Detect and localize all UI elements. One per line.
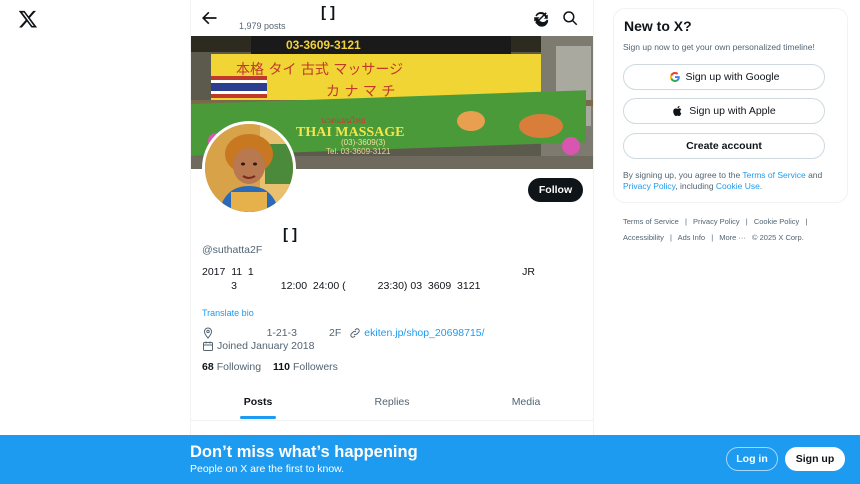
cookie-use-link[interactable]: Cookie Use bbox=[716, 181, 760, 191]
google-button-label: Sign up with Google bbox=[685, 71, 780, 83]
bottom-bar-title: Don’t miss what’s happening bbox=[190, 443, 418, 461]
google-icon bbox=[669, 71, 680, 83]
footer-separator: | bbox=[669, 233, 672, 242]
footer-terms-link[interactable]: Terms of Service bbox=[623, 217, 679, 226]
terms-end: . bbox=[759, 181, 763, 191]
footer-separator: | bbox=[711, 233, 714, 242]
x-logo-icon[interactable] bbox=[18, 9, 38, 29]
log-in-button[interactable]: Log in bbox=[726, 447, 778, 471]
profile-joined-date: Joined January 2018 bbox=[217, 340, 315, 352]
signup-card-title: New to X? bbox=[624, 18, 692, 34]
new-to-x-card: New to X? Sign up now to get your own pe… bbox=[613, 8, 848, 203]
sign-up-with-apple-button[interactable]: Sign up with Apple bbox=[623, 98, 825, 124]
terms-prefix: By signing up, you agree to the bbox=[623, 170, 743, 180]
apple-icon bbox=[673, 105, 682, 117]
followers-label: Followers bbox=[293, 361, 338, 373]
banner-phone-top: 03-3609-3121 bbox=[286, 38, 361, 52]
calendar-icon bbox=[203, 341, 213, 351]
header-title: [ ] bbox=[321, 4, 336, 21]
terms-of-service-link[interactable]: Terms of Service bbox=[742, 170, 805, 180]
signup-terms-text: By signing up, you agree to the Terms of… bbox=[623, 170, 838, 192]
bio-line-1: 2017 11 1 JR bbox=[202, 266, 535, 278]
profile-meta-location-website: 1-21-3 2F ekiten.jp/shop_20698715/ bbox=[202, 327, 485, 339]
privacy-policy-link[interactable]: Privacy Policy bbox=[623, 181, 675, 191]
footer-links: Terms of Service | Privacy Policy | Cook… bbox=[623, 214, 833, 246]
following-label: Following bbox=[216, 361, 262, 373]
x-profile-page: [ ] 1,979 posts 03-3609-3121 本格 タイ 古式 マッ… bbox=[0, 0, 860, 484]
create-account-button[interactable]: Create account bbox=[623, 133, 825, 159]
banner-phone-bottom: Tel. 03-3609-3121 bbox=[326, 147, 391, 156]
tab-posts[interactable]: Posts bbox=[191, 385, 325, 420]
bio-line-2: 3 12:00 24:00 ( 23:30) 03 3609 3121 bbox=[202, 280, 481, 292]
following-stat[interactable]: 68 Following bbox=[202, 361, 261, 373]
footer-accessibility-link[interactable]: Accessibility bbox=[623, 233, 664, 242]
sign-up-with-google-button[interactable]: Sign up with Google bbox=[623, 64, 825, 90]
terms-and: and bbox=[805, 170, 823, 180]
footer-copyright: © 2025 X Corp. bbox=[752, 233, 804, 242]
footer-cookie-link[interactable]: Cookie Policy bbox=[754, 217, 799, 226]
footer-separator: | bbox=[745, 217, 748, 226]
footer-separator: | bbox=[684, 217, 687, 226]
followers-count: 110 bbox=[273, 361, 290, 373]
profile-avatar[interactable] bbox=[202, 121, 296, 215]
bottom-signup-bar: Don’t miss what’s happening People on X … bbox=[0, 435, 860, 484]
location-pin-icon bbox=[203, 327, 213, 339]
bottom-bar-subtitle: People on X are the first to know. bbox=[190, 463, 345, 475]
tab-media[interactable]: Media bbox=[459, 385, 593, 420]
profile-column: [ ] 1,979 posts 03-3609-3121 本格 タイ 古式 マッ… bbox=[190, 0, 594, 484]
posts-count: 1,979 posts bbox=[239, 21, 286, 31]
terms-including: , including bbox=[675, 181, 716, 191]
banner-sub-text: (03)-3609(3) bbox=[341, 138, 386, 147]
apple-button-label: Sign up with Apple bbox=[689, 105, 776, 117]
sign-up-button[interactable]: Sign up bbox=[785, 447, 845, 471]
footer-separator: | bbox=[805, 217, 808, 226]
footer-ads-info-link[interactable]: Ads Info bbox=[678, 233, 706, 242]
avatar-photo bbox=[205, 124, 293, 212]
profile-tabs: Posts Replies Media bbox=[191, 385, 593, 421]
footer-privacy-link[interactable]: Privacy Policy bbox=[693, 217, 740, 226]
banner-thai-text: นวดแผนไทย bbox=[321, 116, 365, 125]
arrow-left-icon[interactable] bbox=[199, 8, 219, 28]
profile-meta-joined: Joined January 2018 bbox=[202, 340, 315, 352]
link-icon bbox=[350, 328, 360, 338]
profile-header-bar: [ ] 1,979 posts bbox=[191, 0, 593, 36]
profile-location: 1-21-3 2F bbox=[217, 327, 342, 339]
signup-card-subtitle: Sign up now to get your own personalized… bbox=[623, 42, 815, 52]
profile-website-link[interactable]: ekiten.jp/shop_20698715/ bbox=[364, 327, 484, 339]
profile-handle: @suthatta2F bbox=[202, 244, 263, 256]
profile-display-name: [ ] bbox=[283, 226, 298, 243]
banner-sign-jp-1: 本格 タイ 古式 マッサージ bbox=[236, 62, 403, 78]
refresh-icon[interactable] bbox=[532, 9, 550, 27]
following-count: 68 bbox=[202, 361, 214, 373]
follow-button[interactable]: Follow bbox=[528, 178, 583, 202]
search-icon[interactable] bbox=[561, 9, 579, 27]
profile-stats: 68 Following 110 Followers bbox=[202, 361, 338, 373]
footer-more-link[interactable]: More ··· bbox=[719, 233, 746, 242]
followers-stat[interactable]: 110 Followers bbox=[273, 361, 338, 373]
tab-replies[interactable]: Replies bbox=[325, 385, 459, 420]
translate-bio-link[interactable]: Translate bio bbox=[202, 308, 254, 318]
